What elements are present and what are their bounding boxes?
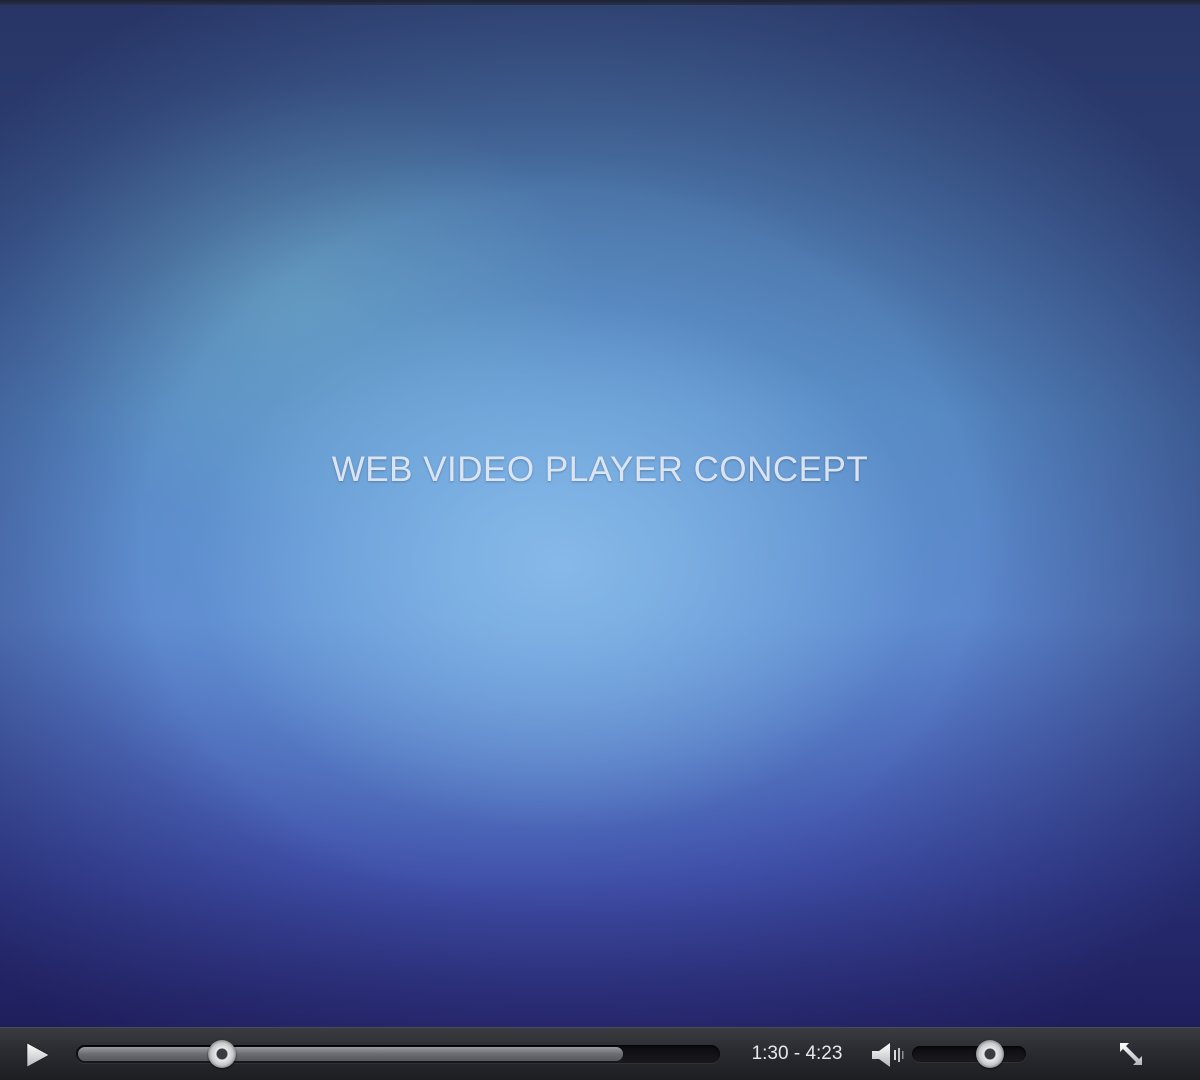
seek-handle[interactable]: [208, 1040, 236, 1068]
time-display: 1:30 - 4:23: [736, 1043, 858, 1065]
play-icon: [26, 1042, 50, 1068]
seek-buffered-fill: [78, 1047, 623, 1061]
video-title-text: WEB VIDEO PLAYER CONCEPT: [331, 450, 869, 489]
control-bar: 1:30 - 4:23: [0, 1027, 1200, 1080]
current-time: 1:30: [751, 1043, 789, 1064]
seek-bar[interactable]: [76, 1040, 720, 1068]
play-button[interactable]: [22, 1040, 52, 1070]
speaker-icon: [872, 1043, 904, 1067]
video-viewport[interactable]: WEB VIDEO PLAYER CONCEPT: [0, 5, 1200, 1027]
video-player: WEB VIDEO PLAYER CONCEPT 1:30 - 4:23: [0, 0, 1200, 1080]
volume-slider[interactable]: [912, 1040, 1026, 1068]
time-separator: -: [788, 1043, 806, 1064]
fullscreen-expand-icon: [1120, 1043, 1142, 1065]
fullscreen-button[interactable]: [1116, 1039, 1146, 1069]
volume-button[interactable]: [870, 1041, 906, 1069]
total-time: 4:23: [805, 1043, 843, 1064]
volume-handle[interactable]: [976, 1040, 1004, 1068]
